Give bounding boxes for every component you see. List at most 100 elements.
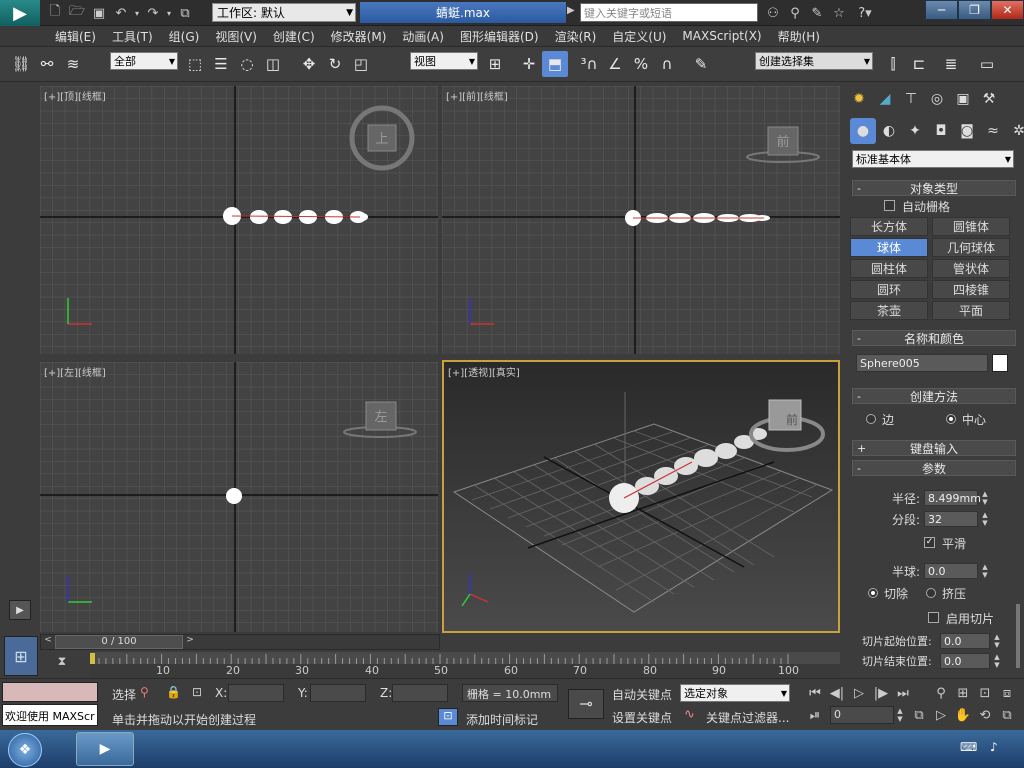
- x-coordinate-input[interactable]: [228, 684, 284, 702]
- menu-help[interactable]: 帮助(H): [770, 26, 828, 46]
- menu-group[interactable]: 组(G): [161, 26, 208, 46]
- viewport-left[interactable]: 左 [+][左][线框]: [40, 362, 438, 632]
- search-input[interactable]: 键入关键字或短语: [580, 3, 758, 22]
- zoom-extents-all-icon[interactable]: ⧈: [996, 683, 1018, 703]
- time-slider-thumb[interactable]: 0 / 100: [55, 635, 183, 649]
- named-selection-set-dropdown[interactable]: 创建选择集 ▼: [755, 52, 873, 70]
- viewport-top[interactable]: 上 [+][顶][线框]: [40, 86, 438, 354]
- cylinder-button[interactable]: 圆柱体: [850, 259, 928, 278]
- zoom-icon[interactable]: ⚲: [930, 683, 952, 703]
- hemisphere-spinner-icon[interactable]: ▲ ▼: [980, 563, 990, 579]
- segments-spinner-icon[interactable]: ▲ ▼: [980, 511, 990, 527]
- orbit-icon[interactable]: ⟲: [974, 705, 996, 725]
- go-to-start-icon[interactable]: ⏮: [804, 683, 826, 703]
- key-mode-toggle-icon[interactable]: ⏯: [804, 705, 826, 725]
- zoom-all-icon[interactable]: ⊞: [952, 683, 974, 703]
- rollout-keyboard-entry[interactable]: + 键盘输入: [852, 440, 1016, 456]
- unlink-icon[interactable]: ⚯: [34, 51, 60, 77]
- maxscript-listener-mini[interactable]: [2, 682, 98, 702]
- save-icon[interactable]: ▣: [88, 3, 110, 23]
- display-tab-icon[interactable]: ▣: [950, 86, 976, 112]
- time-configuration-icon[interactable]: ⧉: [908, 705, 930, 725]
- motion-tab-icon[interactable]: ◎: [924, 86, 950, 112]
- slice-to-input[interactable]: 0.0: [940, 653, 990, 669]
- lights-icon[interactable]: ✦: [902, 118, 928, 144]
- angle-snap-icon[interactable]: ∠: [602, 51, 628, 77]
- center-radio[interactable]: [946, 414, 956, 424]
- layer-manager-icon[interactable]: ≣: [938, 51, 964, 77]
- radius-spinner-icon[interactable]: ▲ ▼: [980, 490, 990, 506]
- next-frame-arrow-icon[interactable]: >: [183, 635, 197, 649]
- go-to-end-icon[interactable]: ⏭: [892, 683, 914, 703]
- zoom-extents-icon[interactable]: ⊡: [974, 683, 996, 703]
- close-button[interactable]: ✕: [991, 0, 1024, 20]
- percent-snap-icon[interactable]: %: [628, 51, 654, 77]
- redo-dropdown-icon[interactable]: ▾: [164, 3, 174, 23]
- hierarchy-tab-icon[interactable]: ⊤: [898, 86, 924, 112]
- y-coordinate-input[interactable]: [310, 684, 366, 702]
- smooth-checkbox[interactable]: ✓: [924, 537, 935, 548]
- object-category-dropdown[interactable]: 标准基本体 ▼: [852, 150, 1014, 168]
- menu-views[interactable]: 视图(V): [207, 26, 265, 46]
- create-tab-icon[interactable]: ✹: [846, 86, 872, 112]
- mirror-icon[interactable]: ⫿: [880, 51, 906, 77]
- panel-scrollbar[interactable]: [1016, 604, 1020, 668]
- key-filters-button[interactable]: 关键点过滤器...: [706, 709, 789, 726]
- minimize-button[interactable]: ─: [925, 0, 958, 20]
- start-button-icon[interactable]: ❖: [8, 733, 42, 767]
- select-and-scale-icon[interactable]: ◰: [348, 51, 374, 77]
- rollout-parameters[interactable]: - 参数: [852, 460, 1016, 476]
- key-mode-dropdown[interactable]: 选定对象 ▼: [680, 684, 790, 702]
- redo-icon[interactable]: ↷: [142, 3, 164, 23]
- field-of-view-icon[interactable]: ▷: [930, 705, 952, 725]
- keyboard-shortcut-override-icon[interactable]: ⬒: [542, 51, 568, 77]
- bind-space-warp-icon[interactable]: ≋: [60, 51, 86, 77]
- menu-customize[interactable]: 自定义(U): [604, 26, 674, 46]
- menu-maxscript[interactable]: MAXScript(X): [674, 26, 769, 46]
- set-key-button[interactable]: 设置关键点: [612, 709, 672, 726]
- menu-animation[interactable]: 动画(A): [394, 26, 452, 46]
- object-name-input[interactable]: Sphere005: [856, 354, 988, 372]
- cone-button[interactable]: 圆锥体: [932, 217, 1010, 236]
- helpers-icon[interactable]: ◙: [954, 118, 980, 144]
- slice-on-checkbox[interactable]: [928, 612, 939, 623]
- align-icon[interactable]: ⊏: [906, 51, 932, 77]
- select-object-icon[interactable]: ⬚: [182, 51, 208, 77]
- help-icon[interactable]: ?▾: [850, 3, 880, 23]
- binoculars-icon[interactable]: ⚇: [762, 3, 784, 23]
- next-frame-icon[interactable]: |▶: [870, 683, 892, 703]
- rollout-object-type[interactable]: - 对象类型: [852, 180, 1016, 196]
- hemisphere-input[interactable]: 0.0: [924, 563, 978, 579]
- viewport-layout-icon[interactable]: ⊞: [4, 636, 38, 676]
- volume-tray-icon[interactable]: ♪: [990, 740, 998, 754]
- previous-frame-icon[interactable]: ◀|: [826, 683, 848, 703]
- welcome-text[interactable]: 欢迎使用 MAXScr: [2, 704, 98, 726]
- plane-button[interactable]: 平面: [932, 301, 1010, 320]
- select-and-move-icon[interactable]: ✥: [296, 51, 322, 77]
- shapes-icon[interactable]: ◐: [876, 118, 902, 144]
- expand-search-icon[interactable]: ▶: [567, 5, 575, 16]
- auto-key-button[interactable]: 自动关键点: [612, 686, 672, 703]
- menu-rendering[interactable]: 渲染(R): [547, 26, 605, 46]
- systems-icon[interactable]: ✲: [1006, 118, 1024, 144]
- pan-icon[interactable]: ✋: [952, 705, 974, 725]
- absolute-mode-icon[interactable]: ⊡: [192, 685, 202, 699]
- viewport-perspective[interactable]: 前 [+][透视][真实]: [442, 360, 840, 633]
- open-file-icon[interactable]: 🗁: [66, 3, 88, 23]
- select-manipulate-icon[interactable]: ✛: [516, 51, 542, 77]
- viewport-left-label[interactable]: [+][左][线框]: [44, 364, 106, 379]
- select-and-link-icon[interactable]: ⛓: [8, 51, 34, 77]
- project-folder-icon[interactable]: ⧉: [174, 3, 196, 23]
- slice-from-input[interactable]: 0.0: [940, 633, 990, 649]
- viewport-front-label[interactable]: [+][前][线框]: [446, 88, 508, 103]
- object-color-swatch[interactable]: [992, 354, 1008, 372]
- spinner-snap-icon[interactable]: ∩: [654, 51, 680, 77]
- keyboard-tray-icon[interactable]: ⌨: [960, 740, 977, 754]
- viewport-top-label[interactable]: [+][顶][线框]: [44, 88, 106, 103]
- edge-radio[interactable]: [866, 414, 876, 424]
- utilities-tab-icon[interactable]: ⚒: [976, 86, 1002, 112]
- edit-named-selection-icon[interactable]: ✎: [688, 51, 714, 77]
- select-by-name-icon[interactable]: ☰: [208, 51, 234, 77]
- tools-icon[interactable]: ✎: [806, 3, 828, 23]
- undo-dropdown-icon[interactable]: ▾: [132, 3, 142, 23]
